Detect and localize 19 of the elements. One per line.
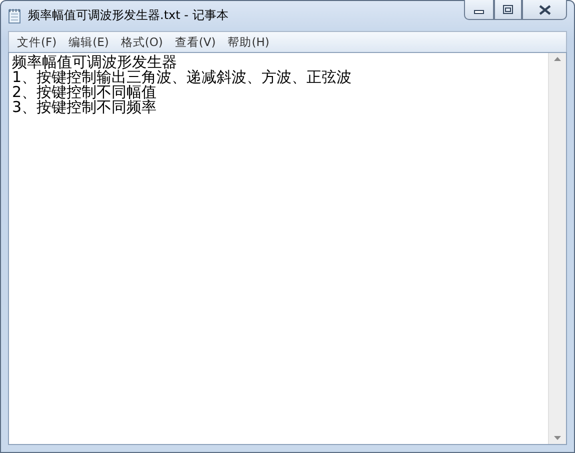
- text-line: 2、按键控制不同幅值: [12, 85, 157, 100]
- close-button[interactable]: [522, 0, 567, 20]
- menu-item[interactable]: 文件(F): [11, 34, 63, 50]
- text-line: 频率幅值可调波形发生器: [12, 55, 178, 70]
- menu-item[interactable]: 格式(O): [114, 34, 169, 50]
- menu-item[interactable]: 查看(V): [168, 34, 222, 50]
- text-line: 3、按键控制不同频率: [12, 100, 158, 115]
- maximize-button[interactable]: [494, 0, 522, 20]
- maximize-icon: [503, 5, 513, 14]
- notepad-icon: [8, 8, 22, 24]
- text-line: 1、按键控制输出三角波、递减斜波、方波、正弦波: [12, 70, 353, 85]
- scroll-up-icon[interactable]: [554, 57, 561, 61]
- menu-item[interactable]: 编辑(E): [62, 34, 115, 50]
- scroll-down-icon[interactable]: [554, 436, 561, 440]
- close-icon: [538, 4, 550, 14]
- minimize-button[interactable]: [464, 0, 494, 20]
- window-title: 频率幅值可调波形发生器.txt - 记事本: [28, 7, 228, 24]
- vertical-scrollbar[interactable]: [548, 53, 566, 444]
- menu-item[interactable]: 帮助(H): [222, 34, 276, 50]
